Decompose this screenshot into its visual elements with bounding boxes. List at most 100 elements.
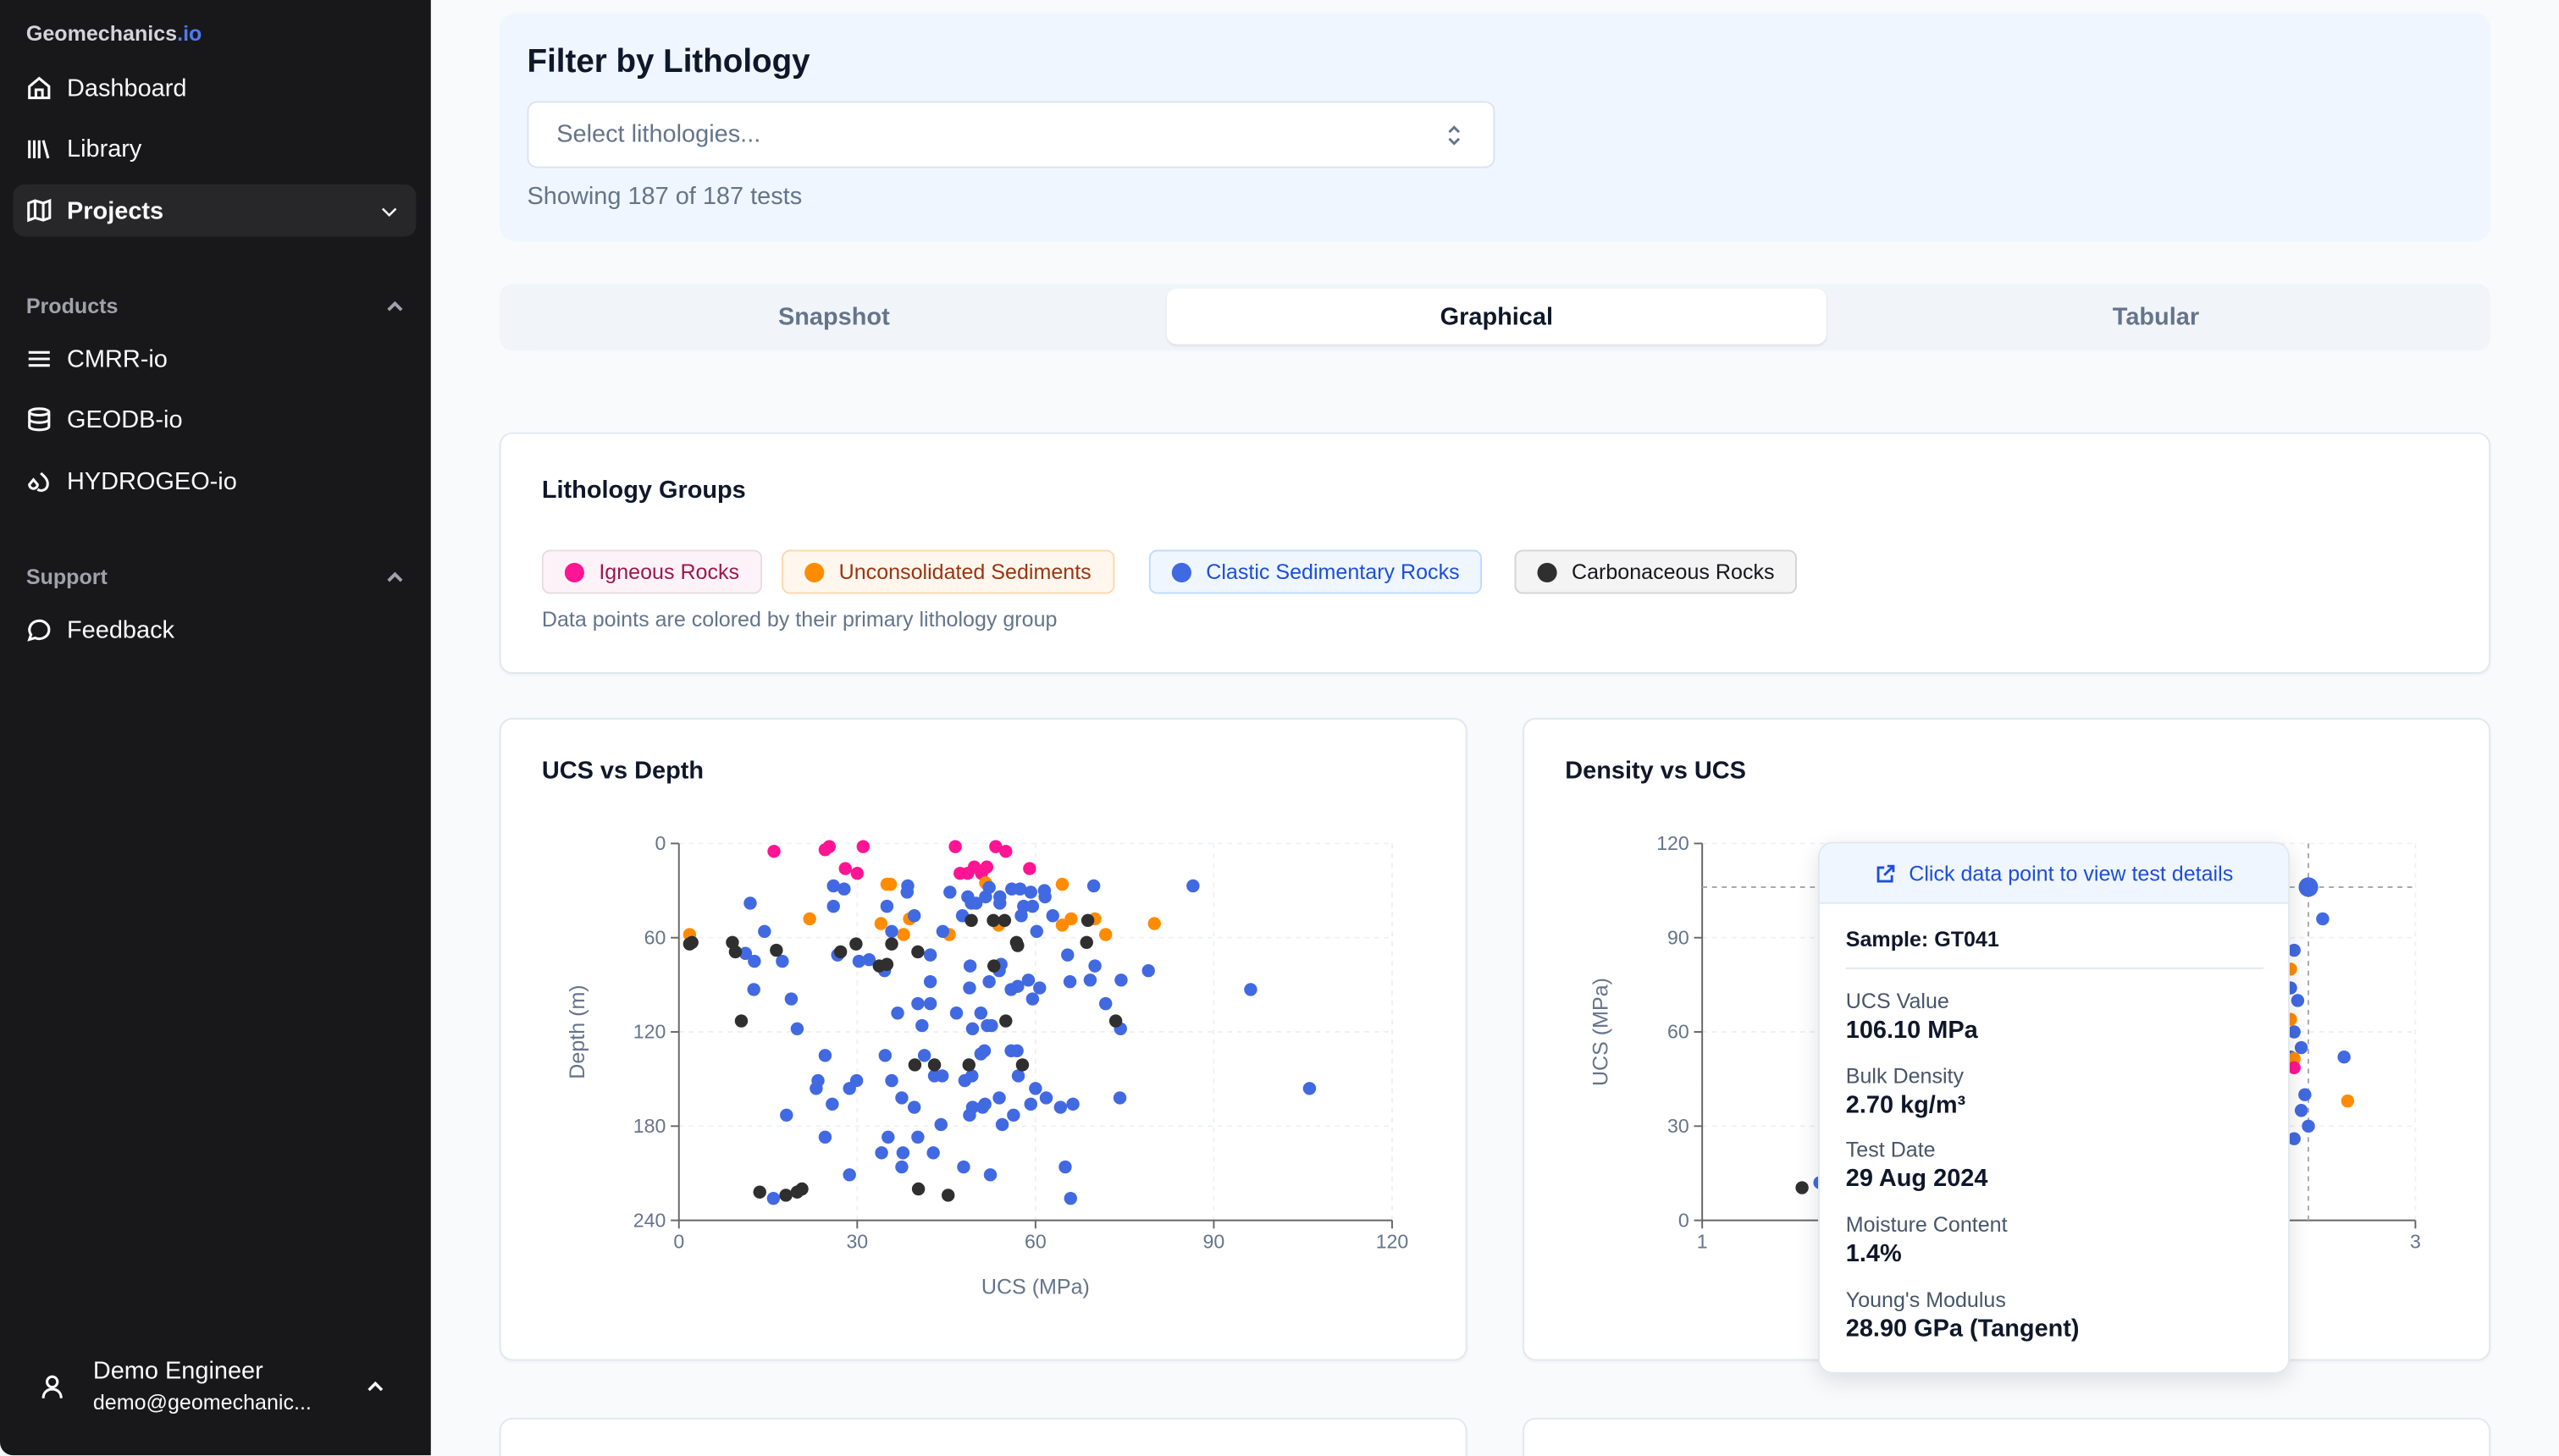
data-point[interactable] <box>964 959 976 972</box>
data-point[interactable] <box>754 1186 766 1199</box>
data-point[interactable] <box>1114 1091 1126 1104</box>
data-point[interactable] <box>996 1118 1009 1131</box>
data-point[interactable] <box>1011 939 1024 951</box>
chevron-down-icon[interactable] <box>379 200 400 221</box>
data-point[interactable] <box>912 1183 925 1195</box>
data-point[interactable] <box>2298 1089 2311 1101</box>
data-point[interactable] <box>748 955 760 968</box>
data-point[interactable] <box>1064 975 1076 988</box>
data-point[interactable] <box>895 1091 908 1104</box>
data-point[interactable] <box>795 1183 808 1195</box>
data-point[interactable] <box>1031 925 1043 938</box>
data-point[interactable] <box>924 997 937 1010</box>
data-point[interactable] <box>843 1168 855 1181</box>
data-point[interactable] <box>993 896 1006 909</box>
data-point[interactable] <box>1148 917 1161 929</box>
data-point[interactable] <box>875 1146 887 1159</box>
data-point[interactable] <box>767 1192 780 1205</box>
data-point[interactable] <box>1040 1091 1053 1104</box>
brand-logo[interactable]: Geomechanics.io <box>26 21 202 46</box>
chevron-up-icon[interactable] <box>385 568 405 587</box>
data-point[interactable] <box>884 878 897 891</box>
data-point[interactable] <box>1061 948 1074 961</box>
chip-unconsolidated[interactable]: Unconsolidated Sediments <box>782 550 1114 594</box>
data-point[interactable] <box>908 909 920 922</box>
nav-geodb[interactable]: GEODB-io <box>13 393 416 445</box>
data-point[interactable] <box>776 955 788 968</box>
tab-tabular[interactable]: Tabular <box>1827 289 2486 345</box>
data-point[interactable] <box>957 1161 970 1173</box>
data-point[interactable] <box>881 958 893 971</box>
data-point[interactable] <box>1114 973 1127 986</box>
nav-dashboard[interactable]: Dashboard <box>13 62 416 114</box>
data-point[interactable] <box>935 1118 948 1131</box>
data-point[interactable] <box>803 913 815 925</box>
data-point[interactable] <box>999 1014 1012 1027</box>
data-point[interactable] <box>992 1091 1005 1104</box>
data-point[interactable] <box>1025 885 1037 898</box>
data-point[interactable] <box>2295 1104 2308 1117</box>
data-point[interactable] <box>979 1098 992 1111</box>
data-point[interactable] <box>1022 973 1035 986</box>
data-point[interactable] <box>810 1082 822 1095</box>
data-point[interactable] <box>1099 997 1112 1010</box>
data-point[interactable] <box>879 1049 892 1062</box>
lithology-select[interactable]: Select lithologies... <box>528 101 1495 168</box>
data-point[interactable] <box>2337 1051 2350 1063</box>
data-point[interactable] <box>924 975 937 988</box>
data-point[interactable] <box>685 936 698 949</box>
data-point[interactable] <box>998 914 1011 927</box>
data-point[interactable] <box>779 1189 792 1201</box>
data-point[interactable] <box>819 1131 832 1144</box>
data-point[interactable] <box>943 885 956 898</box>
data-point[interactable] <box>2291 994 2304 1007</box>
data-point[interactable] <box>978 1045 991 1057</box>
data-point[interactable] <box>857 840 870 852</box>
data-point[interactable] <box>1099 928 1112 940</box>
data-point[interactable] <box>785 992 798 1005</box>
nav-hydrogeo[interactable]: HYDROGEO-io <box>13 455 416 508</box>
data-point[interactable] <box>839 862 852 874</box>
chip-carbonaceous[interactable]: Carbonaceous Rocks <box>1515 550 1798 594</box>
data-point[interactable] <box>1038 891 1051 903</box>
data-point[interactable] <box>826 1098 838 1111</box>
data-point[interactable] <box>1010 1045 1023 1057</box>
data-point[interactable] <box>897 1146 909 1159</box>
data-point[interactable] <box>982 975 995 988</box>
data-point[interactable] <box>882 1131 894 1144</box>
data-point[interactable] <box>819 1049 832 1062</box>
data-point[interactable] <box>1087 880 1100 892</box>
nav-cmrr[interactable]: CMRR-io <box>13 333 416 385</box>
data-point[interactable] <box>729 946 742 958</box>
data-point[interactable] <box>849 937 862 950</box>
tab-graphical[interactable]: Graphical <box>1167 289 1827 345</box>
data-point-active[interactable] <box>2299 877 2319 896</box>
data-point[interactable] <box>2302 1120 2314 1133</box>
data-point[interactable] <box>791 1023 804 1035</box>
data-point[interactable] <box>735 1014 748 1027</box>
data-point[interactable] <box>999 845 1012 858</box>
data-point[interactable] <box>1054 1100 1067 1113</box>
data-point[interactable] <box>1064 1192 1077 1205</box>
data-point[interactable] <box>1026 900 1039 913</box>
data-point[interactable] <box>915 1019 928 1032</box>
data-point[interactable] <box>1244 983 1257 995</box>
data-point[interactable] <box>747 983 760 995</box>
data-point[interactable] <box>885 937 898 950</box>
tab-snapshot[interactable]: Snapshot <box>505 289 1164 345</box>
data-point[interactable] <box>911 1131 924 1144</box>
chevron-up-icon[interactable] <box>385 297 405 317</box>
data-point[interactable] <box>891 1007 904 1019</box>
data-point[interactable] <box>901 885 914 898</box>
data-point[interactable] <box>1084 973 1097 986</box>
data-point[interactable] <box>885 1074 898 1087</box>
data-point[interactable] <box>909 1058 921 1071</box>
data-point[interactable] <box>1026 992 1039 1005</box>
data-point[interactable] <box>1056 918 1069 931</box>
user-menu[interactable]: Demo Engineer demo@geomechanic... <box>26 1354 405 1420</box>
data-point[interactable] <box>911 997 924 1010</box>
data-point[interactable] <box>964 914 977 927</box>
data-point[interactable] <box>987 914 999 927</box>
data-point[interactable] <box>966 1023 979 1035</box>
data-point[interactable] <box>963 981 976 994</box>
